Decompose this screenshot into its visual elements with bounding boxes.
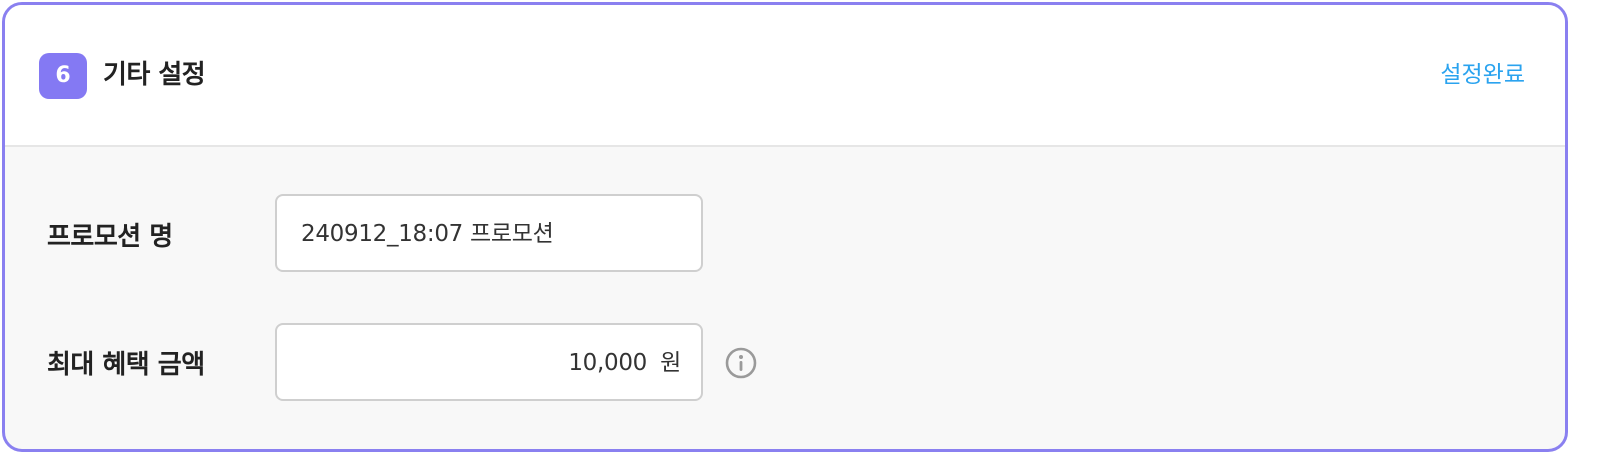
section-title: 기타 설정: [103, 60, 206, 90]
max-benefit-amount-label: 최대 혜택 금액: [47, 350, 205, 380]
max-benefit-amount-value: 10,000: [568, 350, 647, 376]
step-number-badge: 6: [39, 53, 87, 99]
promotion-name-label: 프로모션 명: [47, 222, 173, 252]
settings-complete-link[interactable]: 설정완료: [1440, 58, 1525, 92]
max-benefit-amount-input[interactable]: 10,000 원: [275, 323, 703, 401]
section-header: 6 기타 설정 설정완료: [5, 5, 1565, 147]
promotion-name-value: 240912_18:07 프로모션: [301, 221, 554, 247]
info-circle-icon[interactable]: [725, 347, 757, 379]
other-settings-card: 6 기타 설정 설정완료 프로모션 명 240912_18:07 프로모션 최대…: [2, 2, 1568, 452]
currency-unit: 원: [660, 350, 681, 376]
promotion-name-input[interactable]: 240912_18:07 프로모션: [275, 194, 703, 272]
